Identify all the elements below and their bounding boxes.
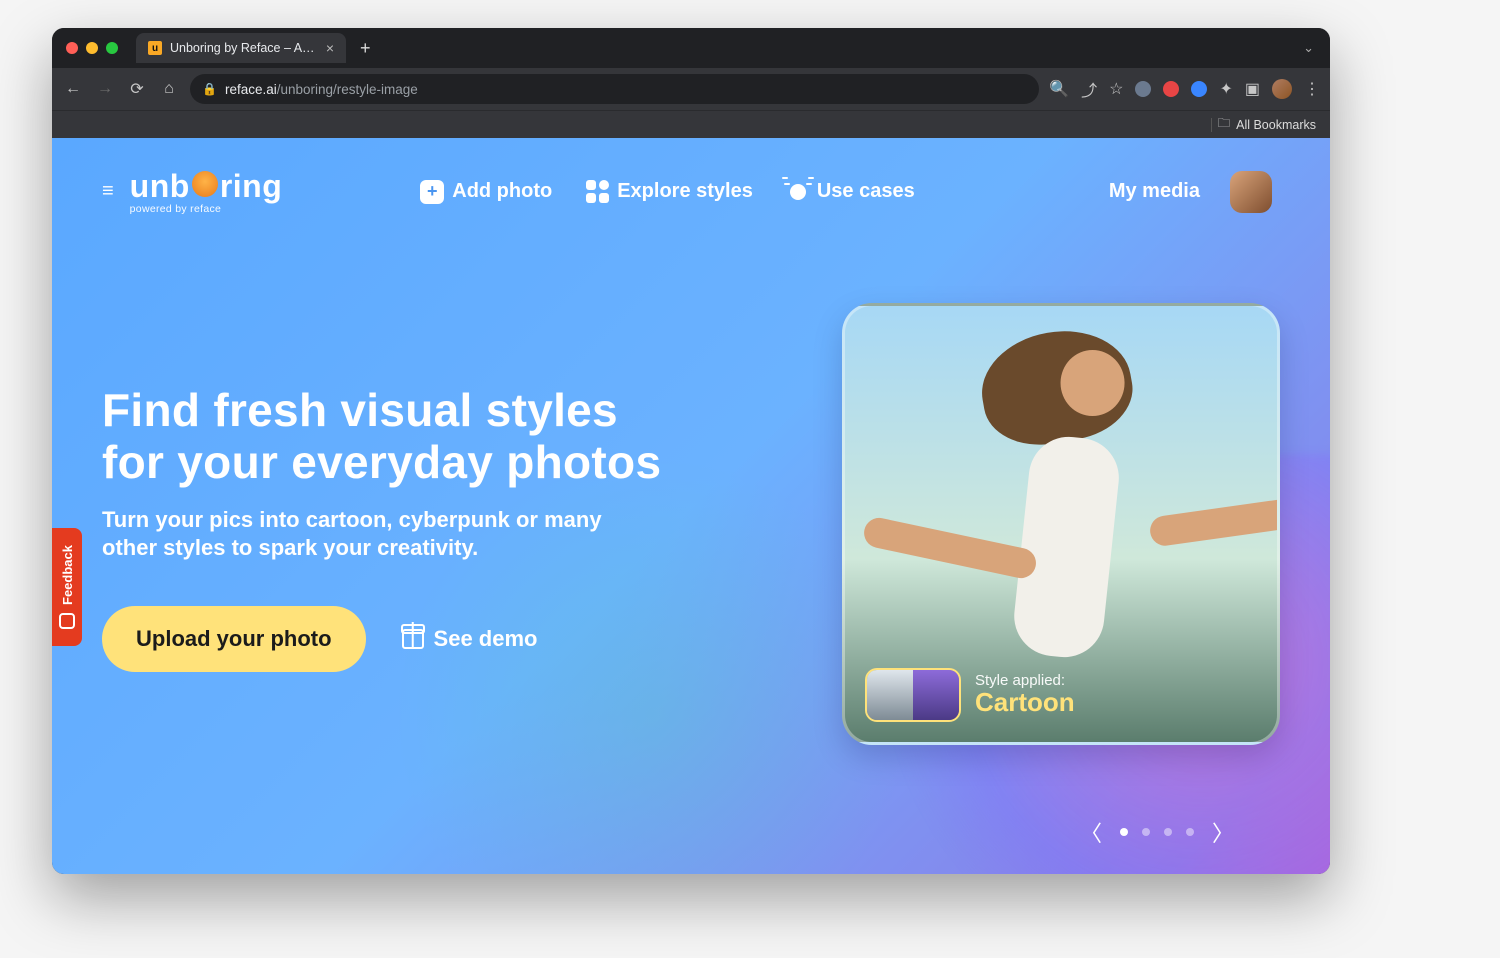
page-content: Feedback ≡ unb ring powered by reface + … <box>52 138 1330 874</box>
new-tab-button[interactable]: + <box>354 38 377 59</box>
address-bar[interactable]: 🔒 reface.ai/unboring/restyle-image <box>190 74 1039 104</box>
back-button[interactable]: ← <box>62 80 84 98</box>
header-right: My media <box>1109 171 1272 213</box>
nav-use-cases[interactable]: Use cases <box>787 180 915 204</box>
style-name: Cartoon <box>975 687 1075 718</box>
hamburger-menu-icon[interactable]: ≡ <box>102 180 112 203</box>
bookmark-star-icon[interactable]: ☆ <box>1109 79 1123 99</box>
user-avatar[interactable] <box>1230 171 1272 213</box>
lightbulb-icon <box>787 181 809 203</box>
carousel-dot[interactable] <box>1186 828 1194 836</box>
showcase-card: Style applied: Cartoon <box>842 303 1280 745</box>
pumpkin-icon <box>192 171 218 197</box>
carousel-dot[interactable] <box>1164 828 1172 836</box>
nav-add-photo[interactable]: + Add photo <box>420 180 552 204</box>
hero: Find fresh visual styles for your everyd… <box>52 215 692 672</box>
see-demo-label: See demo <box>434 626 538 652</box>
nav-explore-styles[interactable]: Explore styles <box>586 180 753 204</box>
maximize-window-button[interactable] <box>106 42 118 54</box>
feedback-label: Feedback <box>60 545 75 605</box>
close-window-button[interactable] <box>66 42 78 54</box>
browser-toolbar: ← → ⟳ ⌂ 🔒 reface.ai/unboring/restyle-ima… <box>52 68 1330 110</box>
minimize-window-button[interactable] <box>86 42 98 54</box>
extension-icon[interactable] <box>1191 81 1207 97</box>
browser-tab[interactable]: u Unboring by Reface – AI Photo × <box>136 33 346 63</box>
share-icon[interactable]: ⤴ <box>1081 77 1097 101</box>
hero-subtitle: Turn your pics into cartoon, cyberpunk o… <box>102 506 662 562</box>
reload-button[interactable]: ⟳ <box>126 79 148 99</box>
carousel-dot[interactable] <box>1120 828 1128 836</box>
upload-photo-button[interactable]: Upload your photo <box>102 606 366 672</box>
zoom-icon[interactable]: 🔍 <box>1049 79 1069 99</box>
thumbnail-styled <box>913 670 959 720</box>
style-applied-label: Style applied: <box>975 672 1075 689</box>
extensions-puzzle-icon[interactable]: ✦ <box>1219 79 1232 99</box>
site-header: ≡ unb ring powered by reface + Add photo… <box>52 138 1330 215</box>
carousel-next-icon[interactable]: 〉 <box>1212 816 1234 848</box>
gift-icon <box>402 629 424 649</box>
logo-text-right: ring <box>220 168 282 205</box>
tab-favicon: u <box>148 41 162 55</box>
folder-icon: 🗀 <box>1218 114 1231 135</box>
sidepanel-icon[interactable]: ▣ <box>1245 79 1260 99</box>
carousel-controls: 〈 〉 <box>1080 816 1234 848</box>
thumbnail-original <box>867 670 913 720</box>
tab-bar: u Unboring by Reface – AI Photo × + ⌄ <box>52 28 1330 68</box>
logo-subtitle: powered by reface <box>130 203 283 215</box>
close-tab-icon[interactable]: × <box>326 40 334 56</box>
nav-label: Explore styles <box>617 180 753 203</box>
feedback-tab[interactable]: Feedback <box>52 528 82 646</box>
main-nav: + Add photo Explore styles Use cases <box>420 180 914 204</box>
style-chip: Style applied: Cartoon <box>865 668 1075 722</box>
window-controls <box>62 42 128 54</box>
plus-icon: + <box>420 180 444 204</box>
carousel-dots <box>1120 828 1194 836</box>
logo-text-left: unb <box>130 168 190 205</box>
tabs-overflow-icon[interactable]: ⌄ <box>1303 40 1320 56</box>
grid-icon <box>586 180 609 203</box>
kebab-menu-icon[interactable]: ⋮ <box>1304 79 1320 99</box>
cta-row: Upload your photo See demo <box>102 606 692 672</box>
extension-icon[interactable] <box>1163 81 1179 97</box>
browser-window: u Unboring by Reface – AI Photo × + ⌄ ← … <box>52 28 1330 874</box>
toolbar-actions: 🔍 ⤴ ☆ ✦ ▣ ⋮ <box>1049 77 1320 101</box>
home-button[interactable]: ⌂ <box>158 80 180 98</box>
see-demo-link[interactable]: See demo <box>402 626 538 652</box>
carousel-dot[interactable] <box>1142 828 1150 836</box>
nav-label: Add photo <box>452 180 552 203</box>
url-domain: reface.ai <box>225 82 277 97</box>
all-bookmarks-link[interactable]: All Bookmarks <box>1236 118 1316 132</box>
forward-button[interactable]: → <box>94 80 116 98</box>
nav-label: Use cases <box>817 180 915 203</box>
bookmarks-bar: 🗀 All Bookmarks <box>52 110 1330 138</box>
carousel-prev-icon[interactable]: 〈 <box>1080 816 1102 848</box>
feedback-face-icon <box>59 613 75 629</box>
extension-icon[interactable] <box>1135 81 1151 97</box>
url-path: /unboring/restyle-image <box>277 82 418 97</box>
profile-avatar[interactable] <box>1272 79 1292 99</box>
hero-title: Find fresh visual styles for your everyd… <box>102 385 692 488</box>
tab-title: Unboring by Reface – AI Photo <box>170 41 318 55</box>
logo[interactable]: unb ring powered by reface <box>130 168 283 215</box>
style-thumbnails[interactable] <box>865 668 961 722</box>
lock-icon: 🔒 <box>202 82 217 96</box>
my-media-link[interactable]: My media <box>1109 180 1200 203</box>
